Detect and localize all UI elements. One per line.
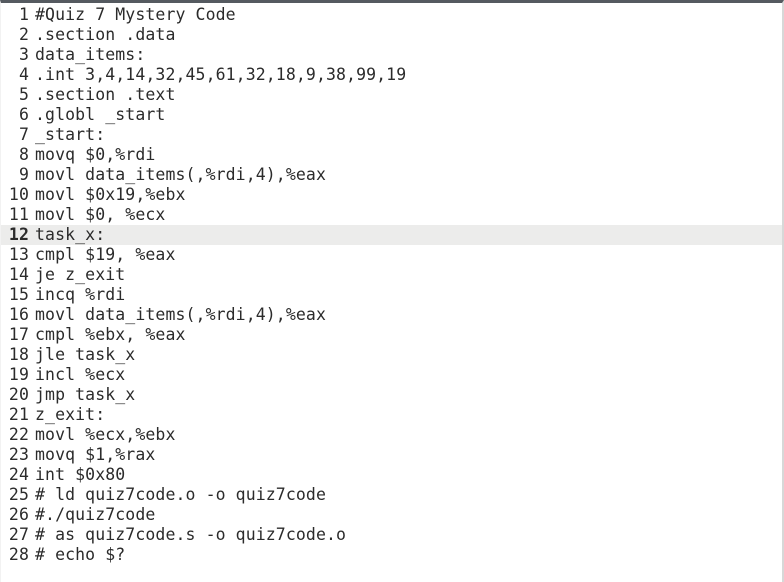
code-line[interactable]: 20 jmp task_x (1, 385, 782, 405)
code-line[interactable]: 18 jle task_x (1, 345, 782, 365)
line-text: #./quiz7code (35, 505, 156, 524)
line-text: int $0x80 (35, 465, 126, 484)
code-line[interactable]: 19 incl %ecx (1, 365, 782, 385)
line-number: 10 (8, 185, 29, 204)
line-number: 13 (8, 245, 29, 264)
line-text: movl data_items(,%rdi,4),%eax (35, 165, 326, 184)
line-number: 22 (8, 425, 29, 444)
line-number: 8 (18, 145, 29, 164)
line-text: .section .data (35, 25, 176, 44)
line-text: .section .text (35, 85, 176, 104)
line-number: 6 (18, 105, 29, 124)
line-number: 15 (8, 285, 29, 304)
line-text: movl data_items(,%rdi,4),%eax (35, 305, 326, 324)
line-number: 4 (18, 65, 29, 84)
line-number: 1 (18, 5, 29, 24)
line-number: 17 (8, 325, 29, 344)
line-text: movq $1,%rax (35, 445, 156, 464)
code-line[interactable]: 17 cmpl %ebx, %eax (1, 325, 782, 345)
line-number: 24 (8, 465, 29, 484)
code-line[interactable]: 21 z_exit: (1, 405, 782, 425)
code-line[interactable]: 28 # echo $? (1, 545, 782, 565)
line-number: 5 (18, 85, 29, 104)
line-number: 19 (8, 365, 29, 384)
line-number: 18 (8, 345, 29, 364)
line-number: 20 (8, 385, 29, 404)
line-number: 26 (8, 505, 29, 524)
line-number: 21 (8, 405, 29, 424)
code-line[interactable]: 23 movq $1,%rax (1, 445, 782, 465)
line-text: z_exit: (35, 405, 106, 424)
line-text: task_x: (35, 225, 106, 244)
line-number: 28 (8, 545, 29, 564)
line-number: 27 (8, 525, 29, 544)
code-line[interactable]: 7 _start: (1, 125, 782, 145)
line-text: # as quiz7code.s -o quiz7code.o (35, 525, 347, 544)
line-number: 2 (18, 25, 29, 44)
code-line[interactable]: 12 task_x: (1, 225, 782, 245)
line-text: movl $0x19,%ebx (35, 185, 186, 204)
code-line[interactable]: 22 movl %ecx,%ebx (1, 425, 782, 445)
line-number: 7 (18, 125, 29, 144)
line-number: 14 (8, 265, 29, 284)
code-line[interactable]: 5 .section .text (1, 85, 782, 105)
line-text: # echo $? (35, 545, 126, 564)
line-text: .globl _start (35, 105, 166, 124)
code-line[interactable]: 11 movl $0, %ecx (1, 205, 782, 225)
line-text: movq $0,%rdi (35, 145, 156, 164)
code-line[interactable]: 3 data_items: (1, 45, 782, 65)
line-text: je z_exit (35, 265, 126, 284)
line-number: 25 (8, 485, 29, 504)
code-line[interactable]: 25 # ld quiz7code.o -o quiz7code (1, 485, 782, 505)
line-text: movl %ecx,%ebx (35, 425, 176, 444)
line-text: .int 3,4,14,32,45,61,32,18,9,38,99,19 (35, 65, 407, 84)
line-text: #Quiz 7 Mystery Code (35, 5, 236, 24)
line-text: cmpl %ebx, %eax (35, 325, 186, 344)
line-text: jmp task_x (35, 385, 136, 404)
line-text: movl $0, %ecx (35, 205, 166, 224)
line-text: jle task_x (35, 345, 136, 364)
code-line[interactable]: 27 # as quiz7code.s -o quiz7code.o (1, 525, 782, 545)
code-line[interactable]: 1 #Quiz 7 Mystery Code (1, 5, 782, 25)
code-line[interactable]: 6 .globl _start (1, 105, 782, 125)
line-text: incq %rdi (35, 285, 126, 304)
line-text: # ld quiz7code.o -o quiz7code (35, 485, 326, 504)
line-text: data_items: (35, 45, 146, 64)
line-number: 3 (18, 45, 29, 64)
line-number: 11 (8, 205, 29, 224)
line-text: _start: (35, 125, 106, 144)
code-editor-window: 1 #Quiz 7 Mystery Code 2 .section .data 3 dat… (0, 0, 784, 582)
line-number: 9 (18, 165, 29, 184)
code-line[interactable]: 13 cmpl $19, %eax (1, 245, 782, 265)
code-editor-text-area[interactable]: 1 #Quiz 7 Mystery Code 2 .section .data 3 dat… (1, 3, 782, 565)
code-line[interactable]: 9 movl data_items(,%rdi,4),%eax (1, 165, 782, 185)
code-line[interactable]: 8 movq $0,%rdi (1, 145, 782, 165)
code-line[interactable]: 16 movl data_items(,%rdi,4),%eax (1, 305, 782, 325)
line-number: 16 (8, 305, 29, 324)
line-text: cmpl $19, %eax (35, 245, 176, 264)
code-line[interactable]: 2 .section .data (1, 25, 782, 45)
line-text: incl %ecx (35, 365, 126, 384)
line-number: 12 (8, 225, 29, 244)
line-number: 23 (8, 445, 29, 464)
code-line[interactable]: 24 int $0x80 (1, 465, 782, 485)
code-line[interactable]: 15 incq %rdi (1, 285, 782, 305)
code-line[interactable]: 4 .int 3,4,14,32,45,61,32,18,9,38,99,19 (1, 65, 782, 85)
code-line[interactable]: 26 #./quiz7code (1, 505, 782, 525)
code-line[interactable]: 14 je z_exit (1, 265, 782, 285)
code-line[interactable]: 10 movl $0x19,%ebx (1, 185, 782, 205)
